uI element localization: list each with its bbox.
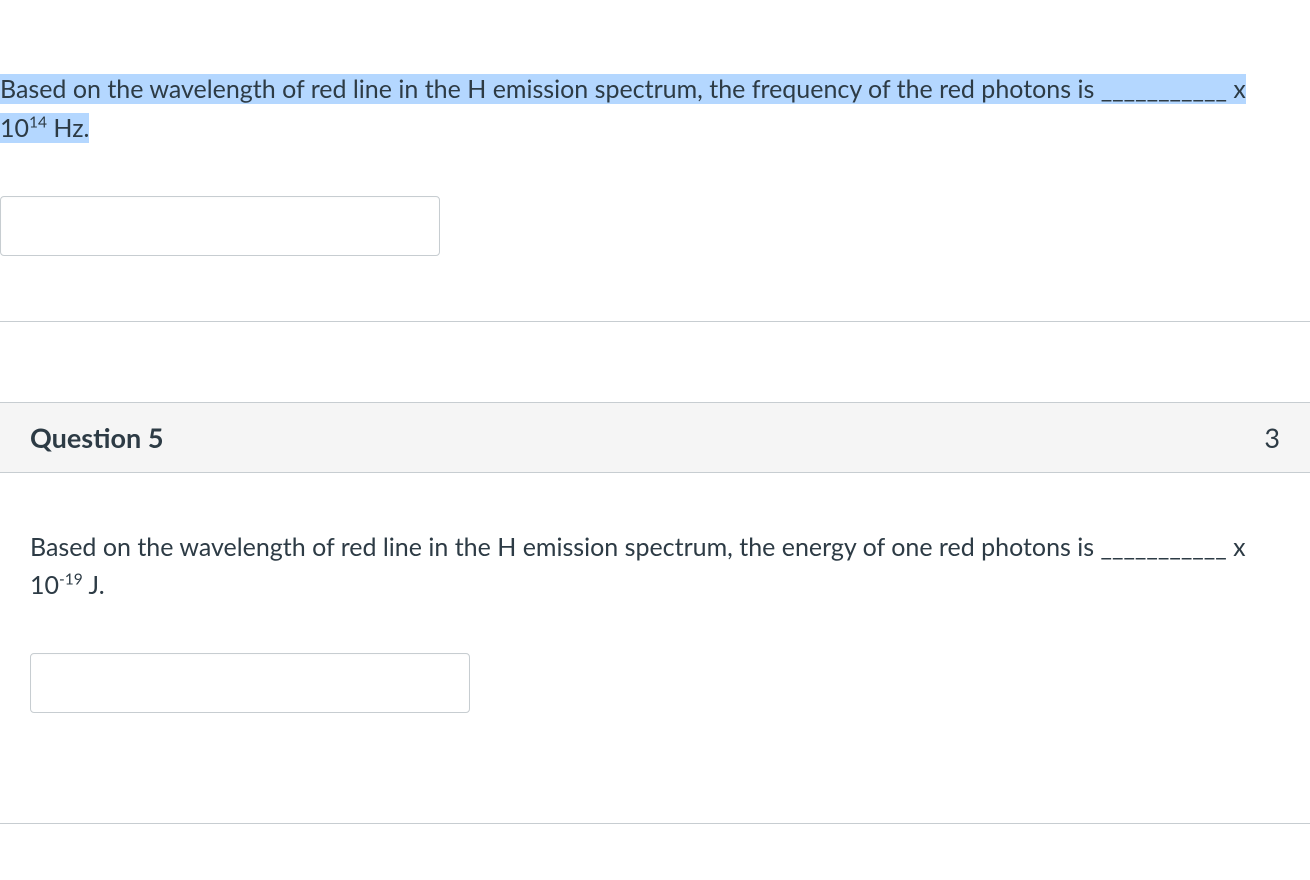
- question-5-points: 3: [1264, 421, 1280, 454]
- q5-text-3: J.: [83, 570, 105, 600]
- question-5: Question 5 3 Based on the wavelength of …: [0, 402, 1310, 825]
- question-5-title: Question 5: [30, 421, 164, 454]
- q4-text-1: Based on the wavelength of red line in t…: [0, 74, 1101, 104]
- question-5-answer-input[interactable]: [30, 653, 470, 713]
- q4-exponent: 14: [29, 113, 47, 131]
- q4-blank: ___________: [1101, 74, 1227, 104]
- question-5-body: Based on the wavelength of red line in t…: [0, 473, 1310, 754]
- question-4-answer-input[interactable]: [0, 196, 440, 256]
- question-4-body: Based on the wavelength of red line in t…: [0, 0, 1310, 322]
- question-5-header: Question 5 3: [0, 402, 1310, 473]
- question-4-text: Based on the wavelength of red line in t…: [0, 70, 1280, 148]
- q5-exponent: -19: [59, 571, 83, 589]
- q4-text-3: Hz.: [47, 113, 89, 143]
- q5-blank: ___________: [1101, 532, 1227, 562]
- q5-text-1: Based on the wavelength of red line in t…: [30, 532, 1101, 562]
- question-5-text: Based on the wavelength of red line in t…: [30, 528, 1280, 606]
- question-5-bottom-divider: [0, 823, 1310, 824]
- question-4-highlight: Based on the wavelength of red line in t…: [0, 74, 1246, 143]
